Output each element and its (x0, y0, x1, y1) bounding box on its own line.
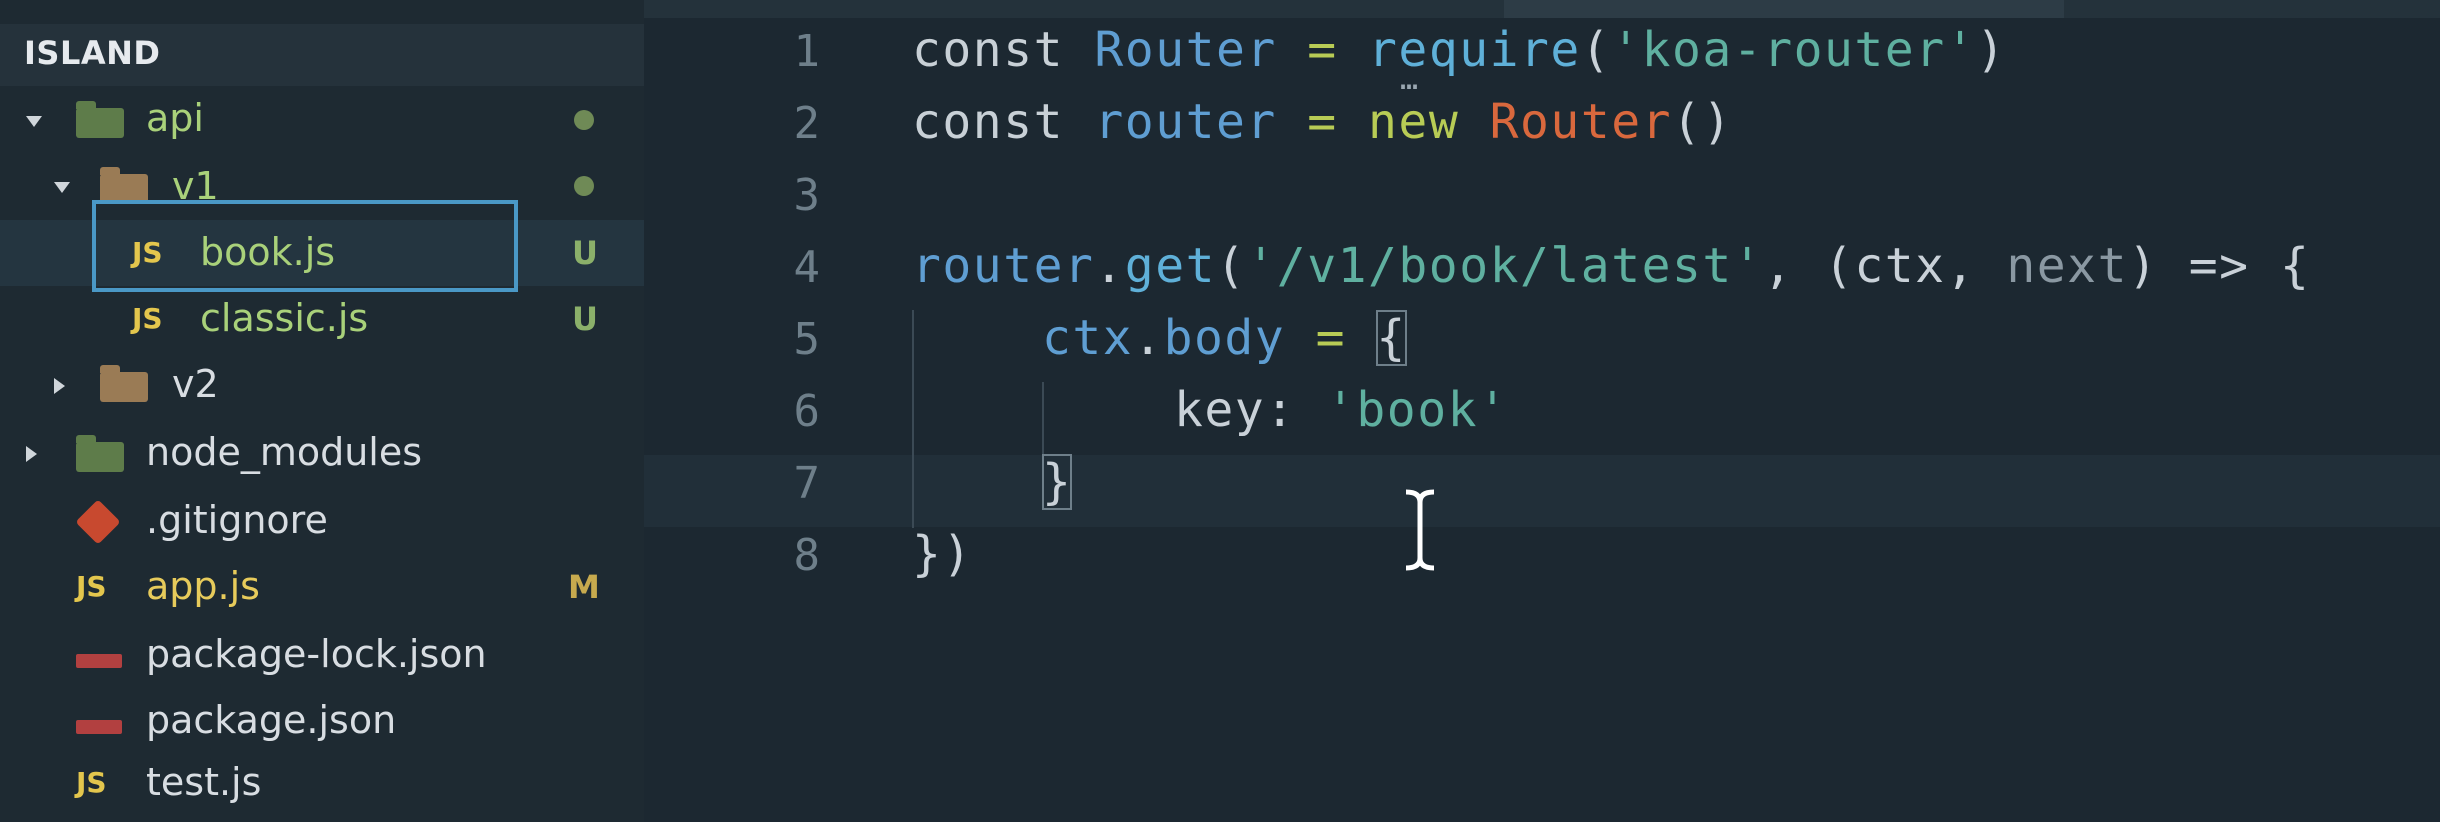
code-token-operator: = (1285, 310, 1377, 366)
tab-bar (644, 0, 2440, 18)
code-token-arg: next (2006, 238, 2128, 294)
git-status-badge: U (572, 300, 598, 338)
tree-item-label: v2 (172, 362, 219, 406)
code-token-string: 'book' (1326, 382, 1509, 438)
code-token-class: Router (1489, 94, 1673, 150)
line-number: 2 (793, 98, 821, 149)
active-tab[interactable] (1504, 0, 2064, 18)
code-line-2[interactable]: const router = new Router() (912, 94, 1733, 158)
file-tree-sidebar: ISLAND api v1 JS book.js U JS classic.js… (0, 0, 644, 822)
tree-item-label: package.json (146, 698, 397, 742)
npm-icon (76, 720, 122, 734)
tree-item-api[interactable]: api (0, 88, 644, 154)
code-line-4[interactable]: router.get('/v1/book/latest', (ctx, next… (912, 238, 2310, 302)
modified-dot (574, 110, 594, 130)
code-line-6[interactable]: key: 'book' (1174, 382, 1508, 446)
tree-item-classic-js[interactable]: JS classic.js U (0, 288, 644, 354)
modified-dot (574, 176, 594, 196)
code-token-punct: { (2249, 238, 2311, 294)
code-line-5[interactable]: ctx.body = { (1042, 310, 1407, 374)
tree-item-label: node_modules (146, 430, 423, 474)
selection-focus-outline (92, 200, 518, 292)
line-number: 5 (793, 314, 821, 365)
chevron-right-icon[interactable] (54, 378, 65, 394)
tree-item-node-modules[interactable]: node_modules (0, 422, 644, 488)
line-number: 7 (793, 458, 821, 509)
tree-item-label: classic.js (200, 296, 369, 340)
code-token-new-keyword: new (1368, 94, 1460, 150)
line-number: 6 (793, 386, 821, 437)
code-token-keyword: const (912, 94, 1064, 150)
text-cursor-icon (1405, 489, 1435, 571)
code-token-punct: ) (1976, 22, 2007, 78)
code-token-punct: . (1133, 310, 1164, 366)
tree-item-gitignore[interactable]: .gitignore (0, 488, 644, 554)
indent-guide (912, 310, 914, 528)
code-token-punct: ) (2127, 238, 2189, 294)
code-token-punct: }) (912, 526, 973, 582)
tree-item-label: package-lock.json (146, 632, 487, 676)
npm-icon (76, 654, 122, 668)
chevron-down-icon[interactable] (26, 116, 42, 127)
tree-item-label: .gitignore (146, 498, 328, 542)
line-number: 8 (793, 530, 821, 581)
code-token-punct: () (1672, 94, 1733, 150)
git-status-badge: M (568, 568, 600, 606)
code-token-property: body (1163, 310, 1286, 366)
tree-item-app-js[interactable]: JS app.js M (0, 554, 644, 620)
code-token-string: '/v1/book/latest' (1246, 238, 1764, 294)
code-token-string: 'koa-router' (1611, 22, 1976, 78)
code-token-variable: router (1094, 94, 1277, 150)
tree-item-package-json[interactable]: package.json (0, 688, 644, 754)
code-line-7[interactable]: } (1042, 454, 1073, 518)
tree-item-label: api (146, 96, 204, 140)
js-file-icon: JS (132, 302, 163, 335)
code-token-punct: . (1094, 238, 1125, 294)
js-file-icon: JS (76, 570, 107, 603)
line-number: 1 (793, 26, 821, 77)
git-status-badge: U (572, 234, 598, 272)
code-token-arrow: => (2188, 238, 2250, 294)
code-token-key: key: (1174, 382, 1296, 438)
git-icon (75, 499, 121, 545)
chevron-right-icon[interactable] (26, 446, 37, 462)
code-line-8[interactable]: }) (912, 526, 973, 590)
code-token-punct: , (1763, 238, 1824, 294)
project-title: ISLAND (24, 34, 161, 72)
code-token-variable: Router (1094, 22, 1277, 78)
code-token-variable: ctx (1042, 310, 1134, 366)
code-token-variable: router (912, 238, 1095, 294)
node-folder-icon (76, 435, 124, 472)
matched-bracket: } (1042, 454, 1073, 510)
tree-item-label: test.js (146, 760, 262, 804)
line-number: 3 (793, 170, 821, 221)
tree-item-package-lock-json[interactable]: package-lock.json (0, 620, 644, 686)
code-token-punct: ( (1216, 238, 1247, 294)
chevron-down-icon[interactable] (54, 182, 70, 193)
tree-item-v2[interactable]: v2 (0, 354, 644, 420)
tree-item-test-js[interactable]: JS test.js (0, 754, 644, 820)
code-token-operator: = (1307, 94, 1338, 150)
code-token-function: get (1124, 238, 1216, 294)
js-file-icon: JS (76, 766, 107, 799)
folder-icon (76, 101, 124, 138)
line-number: 4 (793, 242, 821, 293)
indent-guide (1042, 382, 1044, 456)
code-token-args: (ctx, (1823, 238, 2007, 294)
code-token-operator: = (1307, 22, 1338, 78)
ellipsis-hint: … (1400, 62, 1419, 97)
folder-icon (100, 365, 148, 402)
code-token-keyword: const (912, 22, 1064, 78)
code-token-punct: ( (1580, 22, 1612, 78)
matched-bracket: { (1376, 310, 1407, 366)
tree-item-label: app.js (146, 564, 260, 608)
code-line-1[interactable]: const Router = require('koa-router') (912, 22, 2006, 86)
